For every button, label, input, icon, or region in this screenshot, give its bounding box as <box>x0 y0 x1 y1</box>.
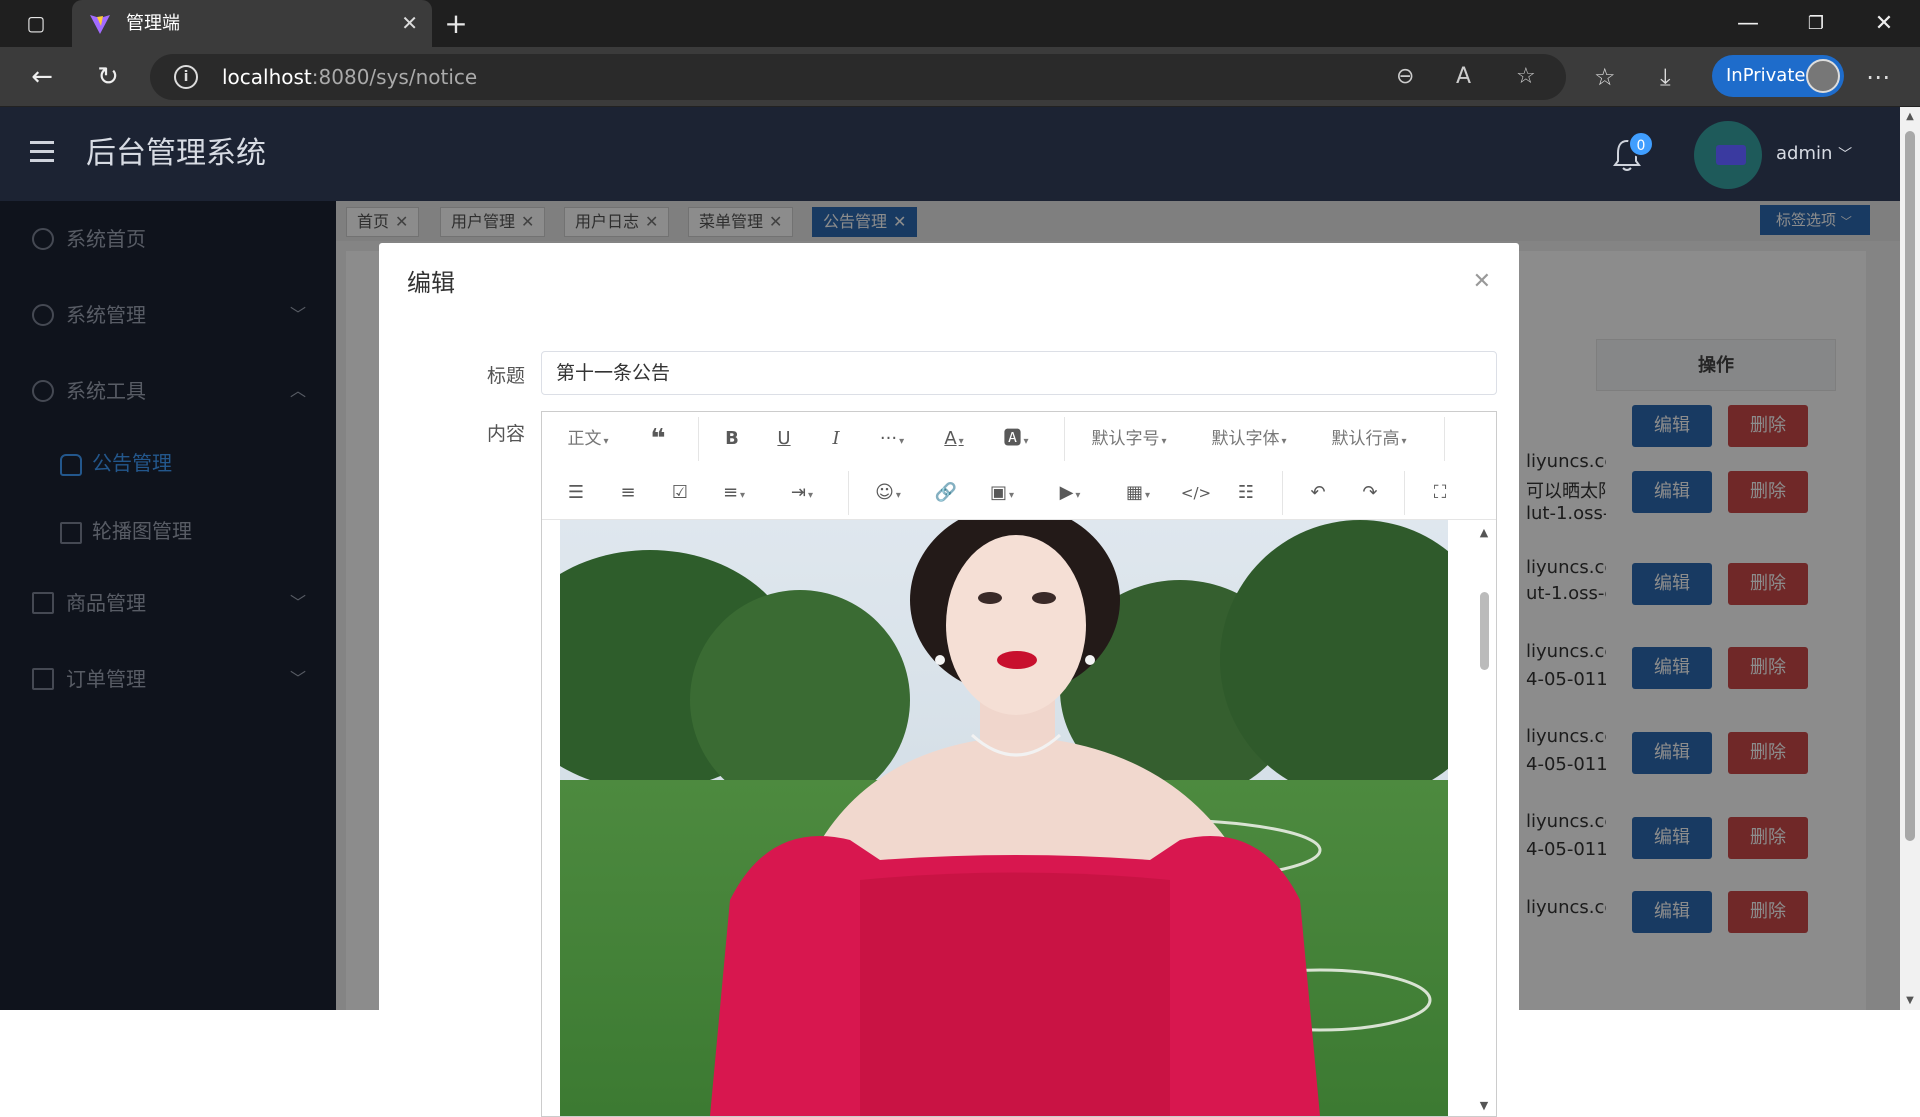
toolbar-divider <box>848 471 849 515</box>
browser-toolbar: ← ↻ i localhost:8080/sys/notice ⊖ A ☆ ☆ … <box>0 47 1920 107</box>
rich-text-editor: 正文 ▾ ❝ B U I ··· ▾ A ▾ 🅰 ▾ 默认字号 ▾ 默认字体 ▾ 默认行高 ▾… <box>541 411 1497 1117</box>
font-family-label: 默认字体 <box>1211 429 1280 449</box>
site-info-icon[interactable]: i <box>174 65 198 89</box>
app-title: 后台管理系统 <box>86 136 266 171</box>
dialog-title: 编辑 <box>407 269 455 297</box>
code-icon[interactable]: </> <box>1176 466 1216 520</box>
bulleted-list-icon[interactable]: ☰ <box>556 466 596 520</box>
window-close-icon[interactable]: ✕ <box>1854 0 1914 47</box>
page-scrollbar[interactable]: ▲ ▼ <box>1900 107 1920 1010</box>
italic-icon[interactable]: I <box>816 412 856 466</box>
url-text: localhost:8080/sys/notice <box>222 54 477 100</box>
editor-scrollbar[interactable]: ▲ ▼ <box>1478 526 1490 1112</box>
toolbar-divider <box>1064 417 1065 461</box>
undo-icon[interactable]: ↶ <box>1298 466 1338 520</box>
paragraph-select[interactable]: 正文 ▾ <box>556 412 620 466</box>
todo-checkbox-icon[interactable]: ☑ <box>660 466 700 520</box>
line-height-select[interactable]: 默认行高 ▾ <box>1314 412 1424 466</box>
toolbar-divider <box>1404 471 1405 515</box>
table-icon[interactable]: ▦ ▾ <box>1114 466 1162 520</box>
toolbar-divider <box>1282 471 1283 515</box>
download-icon[interactable]: ⤓ <box>1660 47 1671 107</box>
scroll-down-icon[interactable]: ▼ <box>1900 995 1920 1006</box>
chevron-down-icon: ﹀ <box>1838 147 1853 163</box>
vite-favicon-icon <box>90 15 110 34</box>
title-label: 标题 <box>487 365 526 387</box>
close-tab-icon[interactable]: ✕ <box>401 0 418 47</box>
editor-toolbar: 正文 ▾ ❝ B U I ··· ▾ A ▾ 🅰 ▾ 默认字号 ▾ 默认字体 ▾ 默认行高 ▾… <box>542 412 1496 520</box>
toolbar-divider <box>698 417 699 461</box>
username: admin <box>1776 143 1833 164</box>
browser-tab-title: 管理端 <box>126 13 180 34</box>
user-avatar[interactable] <box>1694 121 1762 189</box>
app-root: 后台管理系统 0 admin ﹀ 系统首页 系统管理 ﹀ 系统工具 ︿ 公告管理… <box>0 107 1900 1117</box>
zoom-out-icon[interactable]: ⊖ <box>1396 54 1414 100</box>
url-host: localhost <box>222 65 312 89</box>
underline-icon[interactable]: U <box>764 412 804 466</box>
content-label: 内容 <box>487 423 526 445</box>
scroll-down-icon[interactable]: ▼ <box>1478 1099 1490 1112</box>
refresh-icon[interactable]: ↻ <box>84 47 132 107</box>
avatar-image <box>1716 145 1746 165</box>
align-icon[interactable]: ≡ ▾ <box>710 466 758 520</box>
new-tab-icon[interactable]: + <box>432 0 480 47</box>
quote-icon[interactable]: ❝ <box>638 412 678 466</box>
app-header: 后台管理系统 0 admin ﹀ <box>0 107 1900 201</box>
url-path: :8080/sys/notice <box>311 65 478 89</box>
inprivate-label: InPrivate <box>1726 65 1806 86</box>
user-menu[interactable]: admin ﹀ <box>1776 107 1852 202</box>
emoji-icon[interactable]: ☺ ▾ <box>864 466 912 520</box>
paragraph-label: 正文 <box>567 429 602 449</box>
link-icon[interactable]: 🔗 <box>926 466 966 520</box>
font-size-label: 默认字号 <box>1091 429 1160 449</box>
scrollbar-thumb[interactable] <box>1480 592 1489 670</box>
restore-icon[interactable]: ❐ <box>1786 0 1846 47</box>
title-input[interactable]: 第十一条公告 <box>541 351 1497 395</box>
edit-dialog: 编辑 ✕ 标题 第十一条公告 内容 正文 ▾ ❝ B U I ··· ▾ A ▾ 🅰 ▾… <box>379 243 1519 1117</box>
read-aloud-icon[interactable]: A <box>1456 54 1471 100</box>
line-height-label: 默认行高 <box>1331 429 1400 449</box>
more-menu-icon[interactable]: ⋯ <box>1866 47 1890 107</box>
divider-icon[interactable]: ☷ <box>1226 466 1266 520</box>
tab-actions-icon[interactable]: ▢ <box>12 0 60 47</box>
browser-tabbar: ▢ 管理端 ✕ + — ❐ ✕ <box>0 0 1920 47</box>
notification-badge: 0 <box>1628 131 1654 157</box>
fullscreen-icon[interactable]: ⛶ <box>1420 466 1460 520</box>
content-photo <box>560 520 1448 1116</box>
profile-avatar <box>1806 59 1840 93</box>
background-color-icon[interactable]: 🅰 ▾ <box>992 412 1040 466</box>
more-styles-icon[interactable]: ··· ▾ <box>868 412 916 466</box>
inprivate-button[interactable]: InPrivate <box>1712 55 1844 97</box>
font-size-select[interactable]: 默认字号 ▾ <box>1074 412 1184 466</box>
redo-icon[interactable]: ↷ <box>1350 466 1390 520</box>
scroll-up-icon[interactable]: ▲ <box>1478 526 1490 539</box>
favorite-star-icon[interactable]: ☆ <box>1516 54 1536 100</box>
font-color-icon[interactable]: A ▾ <box>930 412 978 466</box>
editor-content[interactable]: ▲ ▼ <box>542 520 1496 1116</box>
indent-icon[interactable]: ⇥ ▾ <box>778 466 826 520</box>
toolbar-divider <box>1444 417 1445 461</box>
image-icon[interactable]: ▣ ▾ <box>978 466 1026 520</box>
favorites-icon[interactable]: ☆ <box>1594 47 1616 107</box>
back-icon[interactable]: ← <box>18 47 66 107</box>
scrollbar-thumb[interactable] <box>1905 131 1915 841</box>
scroll-up-icon[interactable]: ▲ <box>1900 111 1920 122</box>
browser-tab[interactable]: 管理端 ✕ <box>72 0 432 47</box>
video-icon[interactable]: ▶ ▾ <box>1046 466 1094 520</box>
font-family-select[interactable]: 默认字体 ▾ <box>1194 412 1304 466</box>
numbered-list-icon[interactable]: ≡ <box>608 466 648 520</box>
menu-toggle-icon[interactable] <box>30 141 54 168</box>
bold-icon[interactable]: B <box>712 412 752 466</box>
minimize-icon[interactable]: — <box>1718 0 1778 47</box>
address-bar[interactable]: i localhost:8080/sys/notice ⊖ A ☆ <box>150 54 1566 100</box>
close-icon[interactable]: ✕ <box>1473 269 1491 294</box>
